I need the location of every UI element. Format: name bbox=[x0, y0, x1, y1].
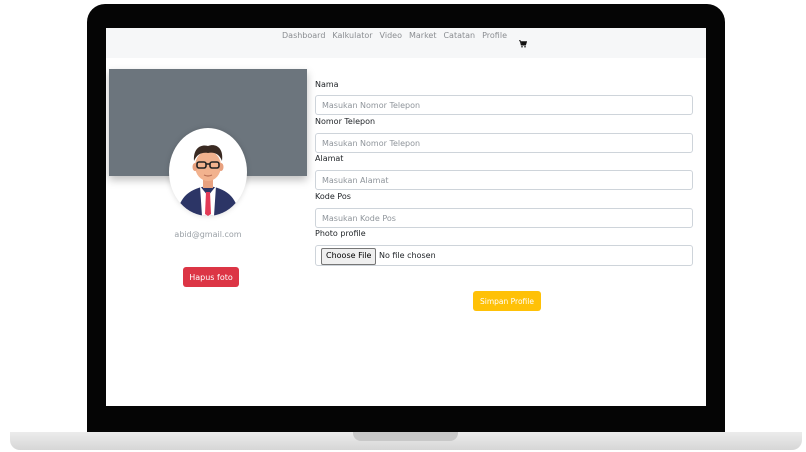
laptop-notch bbox=[353, 432, 458, 441]
nav-link-market[interactable]: Market bbox=[409, 31, 437, 40]
photo-file-input[interactable]: Choose File No file chosen bbox=[315, 245, 693, 266]
nav-link-catatan[interactable]: Catatan bbox=[443, 31, 475, 40]
name-label: Nama bbox=[315, 80, 339, 89]
choose-file-button[interactable]: Choose File bbox=[321, 248, 377, 265]
postal-code-label: Kode Pos bbox=[315, 192, 351, 201]
photo-profile-label: Photo profile bbox=[315, 229, 366, 238]
shopping-cart-icon[interactable] bbox=[519, 33, 528, 52]
user-email: abid@gmail.com bbox=[174, 230, 242, 239]
address-input[interactable] bbox=[315, 170, 693, 190]
phone-label: Nomor Telepon bbox=[315, 117, 376, 126]
save-profile-button[interactable]: Simpan Profile bbox=[473, 291, 541, 311]
name-input[interactable] bbox=[315, 95, 693, 115]
top-navbar: Dashboard Kalkulator Video Market Catata… bbox=[106, 28, 706, 58]
nav-link-dashboard[interactable]: Dashboard bbox=[282, 31, 325, 40]
address-label: Alamat bbox=[315, 154, 344, 163]
postal-code-input[interactable] bbox=[315, 208, 693, 228]
app-screen: Dashboard Kalkulator Video Market Catata… bbox=[106, 28, 706, 406]
delete-photo-button[interactable]: Hapus foto bbox=[183, 267, 239, 287]
phone-input[interactable] bbox=[315, 133, 693, 153]
nav-link-kalkulator[interactable]: Kalkulator bbox=[332, 31, 372, 40]
nav-link-video[interactable]: Video bbox=[380, 31, 402, 40]
file-status-text: No file chosen bbox=[379, 251, 436, 260]
nav-link-profile[interactable]: Profile bbox=[482, 31, 507, 40]
nav-links: Dashboard Kalkulator Video Market Catata… bbox=[282, 31, 507, 40]
user-avatar-icon bbox=[169, 128, 247, 216]
